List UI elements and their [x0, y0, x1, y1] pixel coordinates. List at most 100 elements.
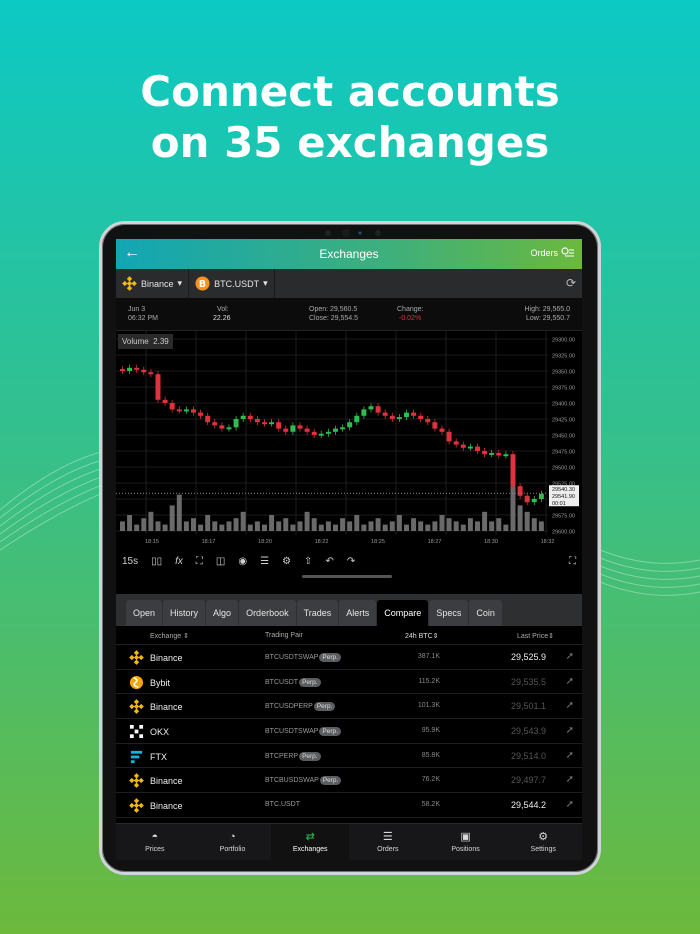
candle-type-icon[interactable]: ▯▯	[151, 556, 162, 567]
portfolio-icon: ◔	[229, 831, 236, 843]
table-row[interactable]: Binance BTC.USDT 58.2K 29,544.2 ➚	[116, 793, 582, 818]
undo-icon[interactable]: ↶	[325, 556, 333, 567]
last-price: 29,544.2	[510, 800, 546, 811]
settings-gear-icon[interactable]: ⚙	[282, 556, 291, 567]
tab-compare[interactable]: Compare	[377, 600, 429, 626]
volume-bar	[240, 511, 246, 531]
volume-bar	[247, 524, 253, 531]
volume-bar	[297, 521, 303, 531]
price-chart[interactable]: 29300.00 29325.00 29350.00 29375.00 29400.00…	[116, 331, 582, 548]
redo-icon[interactable]: ↷	[347, 556, 355, 567]
volume-bar	[411, 518, 417, 531]
candle-body	[311, 431, 317, 435]
tab-history[interactable]: History	[163, 600, 206, 626]
open-exchange-link-icon[interactable]: ➚	[566, 750, 574, 761]
table-row[interactable]: Binance BTCUSDPERP Perp. 101.3K 29,501.1 ➚	[116, 694, 582, 720]
volume-bar	[396, 515, 402, 531]
table-row[interactable]: FTX BTCPERP Perp. 85.8K 29,514.0 ➚	[116, 743, 582, 769]
open-exchange-link-icon[interactable]: ➚	[566, 676, 574, 687]
candle-body	[467, 446, 473, 449]
visibility-eye-icon[interactable]: ◉	[238, 556, 247, 567]
tab-open[interactable]: Open	[126, 600, 163, 626]
trading-pair-label: BTCUSDTSWAP	[265, 728, 319, 736]
tab-coin[interactable]: Coin	[469, 600, 502, 626]
nav-settings[interactable]: ⚙ Settings	[504, 824, 582, 860]
interval-button[interactable]: 15s	[122, 556, 138, 567]
x-tick-label: 18:32	[541, 539, 555, 545]
templates-icon[interactable]: ◫	[216, 556, 225, 567]
candle-body	[368, 406, 374, 410]
y-tick-label: 29325.00	[552, 354, 575, 360]
table-row[interactable]: OKX BTCUSDTSWAP Perp. 95.9K 29,543.9 ➚	[116, 719, 582, 744]
candle-body	[439, 428, 445, 432]
page-title: Exchanges	[319, 247, 379, 261]
volume-indicator-badge[interactable]: Volume 2.39	[118, 334, 173, 349]
nav-prices[interactable]: ◓ Prices	[116, 824, 194, 860]
open-exchange-link-icon[interactable]: ➚	[566, 799, 574, 810]
volume-bar	[460, 524, 466, 531]
header-24h-volume[interactable]: 24h BTC⇕	[405, 632, 439, 640]
tablet-frame: ← Exchanges Orders Binance ▾ B BTC.USDT …	[99, 221, 601, 875]
volume-bar	[233, 518, 239, 531]
open-exchange-link-icon[interactable]: ➚	[566, 651, 574, 662]
open-exchange-link-icon[interactable]: ➚	[566, 774, 574, 785]
chart-toolbar: 15s ▯▯ fx ⛶ ◫ ◉ ☰ ⚙ ⇧ ↶ ↷ ⛶	[116, 548, 582, 578]
tab-alerts[interactable]: Alerts	[339, 600, 377, 626]
tab-orderbook[interactable]: Orderbook	[239, 600, 296, 626]
table-row[interactable]: Bybit BTCUSDT Perp. 115.2K 29,535.5 ➚	[116, 669, 582, 695]
y-tick-label: 29300.00	[552, 338, 575, 344]
caret-down-icon: ▾	[177, 278, 183, 288]
refresh-icon[interactable]: ⟳	[566, 276, 576, 290]
nav-portfolio[interactable]: ◔ Portfolio	[194, 824, 272, 860]
open-exchange-link-icon[interactable]: ➚	[566, 700, 574, 711]
volume-bar	[517, 505, 523, 531]
header-last-price[interactable]: Last Price⇕	[517, 632, 554, 640]
drag-handle[interactable]	[302, 575, 392, 578]
candle-body	[191, 409, 196, 413]
header-pair: Trading Pair	[265, 632, 303, 639]
exchange-selector-label: Binance	[141, 278, 174, 289]
prices-icon: ◓	[151, 831, 159, 843]
table-row[interactable]: Binance BTCBUSDSWAP Perp. 76.2K 29,497.7 ➚	[116, 768, 582, 794]
share-icon[interactable]: ⇧	[304, 556, 312, 567]
orders-button[interactable]: Orders	[530, 247, 574, 258]
binance-logo-icon	[129, 650, 144, 665]
crosshair-icon[interactable]: ⛶	[196, 556, 203, 567]
candle-body	[183, 409, 189, 412]
volume-24h: 101.3K	[417, 702, 440, 710]
header-exchange[interactable]: Exchange ⇕	[150, 632, 189, 640]
exchange-name: OKX	[150, 727, 170, 738]
candle-body	[212, 422, 218, 426]
volume-bar	[439, 515, 445, 531]
candlestick-chart[interactable]: 29300.00 29325.00 29350.00 29375.00 29400.00…	[116, 331, 582, 548]
tab-trades[interactable]: Trades	[296, 600, 339, 626]
nav-orders[interactable]: ☰ Orders	[349, 824, 427, 860]
layers-icon[interactable]: ☰	[260, 556, 269, 567]
volume-bar	[467, 518, 473, 531]
candle-body	[361, 409, 367, 416]
candle-body	[503, 454, 509, 457]
volume-bar	[311, 518, 317, 531]
volume-24h: 76.2K	[421, 776, 440, 784]
exchange-selector[interactable]: Binance ▾	[116, 269, 190, 298]
indicators-fx-icon[interactable]: fx	[175, 556, 183, 567]
binance-logo-icon	[129, 773, 144, 789]
open-exchange-link-icon[interactable]: ➚	[566, 725, 574, 736]
pair-selector[interactable]: B BTC.USDT ▾	[189, 269, 275, 298]
app-header: ← Exchanges Orders	[116, 239, 582, 269]
trading-pair: BTCUSDTSWAP Perp.	[265, 727, 341, 737]
binance-logo-icon	[129, 798, 144, 813]
tab-specs[interactable]: Specs	[429, 600, 469, 626]
volume-bar	[382, 524, 388, 531]
trading-pair: BTC.USDT	[265, 801, 300, 808]
nav-exchanges[interactable]: ⇄ Exchanges	[271, 824, 350, 860]
volume-bar	[134, 524, 140, 531]
candle-body	[141, 369, 147, 373]
tab-algo[interactable]: Algo	[206, 600, 239, 626]
table-row[interactable]: Binance BTCUSDTSWAP Perp. 387.1K 29,525.9 ➚	[116, 645, 582, 670]
fullscreen-icon[interactable]: ⛶	[569, 556, 576, 567]
candle-body	[325, 431, 331, 434]
candle-body	[297, 425, 303, 429]
candle-body	[262, 422, 267, 425]
nav-positions[interactable]: ▣ Positions	[427, 824, 505, 860]
